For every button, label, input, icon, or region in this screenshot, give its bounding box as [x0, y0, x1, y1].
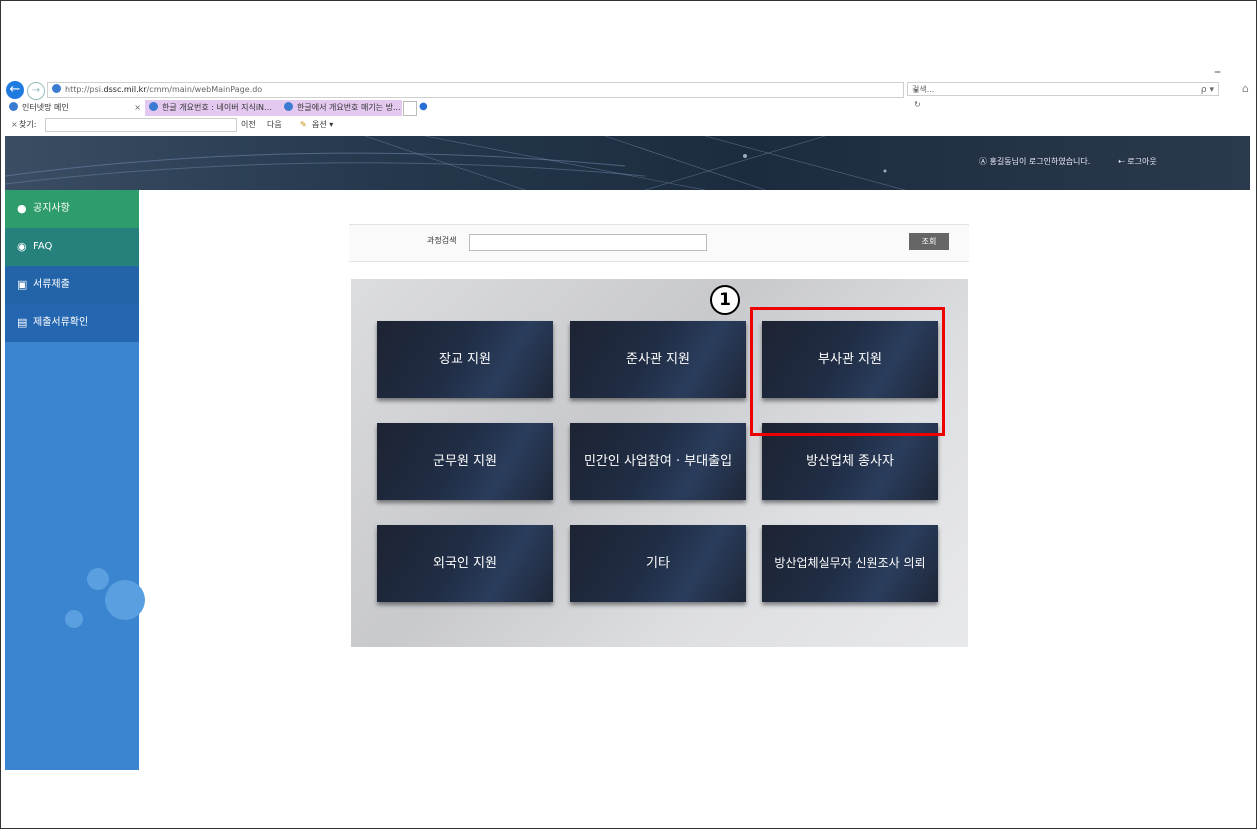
- tab-naver[interactable]: 한글 개요번호 : 네이버 지식iN...: [145, 100, 280, 116]
- decoration-bubble: [87, 568, 109, 590]
- tile-officer[interactable]: 장교 지원: [377, 321, 553, 398]
- tab-intranet-main[interactable]: 인터넷망 메인 ×: [5, 100, 145, 116]
- user-text: 홍길동님이 로그인하였습니다.: [989, 157, 1091, 166]
- user-info: Ⓐ 홍길동님이 로그인하였습니다.: [979, 156, 1090, 167]
- url-host: dssc.mil.kr: [103, 85, 147, 94]
- user-icon: Ⓐ: [979, 157, 990, 166]
- highlight-pen-icon[interactable]: ✎: [300, 116, 307, 133]
- mic-icon: ●: [17, 202, 27, 215]
- url-field[interactable]: http://psi.dssc.mil.kr/cmm/main/webMainP…: [47, 82, 921, 109]
- step-marker: 1: [710, 285, 740, 315]
- close-icon[interactable]: ×: [134, 100, 141, 116]
- upload-icon: ▣: [17, 278, 28, 291]
- find-input[interactable]: [45, 118, 237, 132]
- logout-icon: ⇠: [1118, 157, 1128, 166]
- sidebar-item-label: 서류제출: [33, 279, 70, 290]
- tab-hangul[interactable]: 한글에서 개요번호 매기는 방...: [280, 100, 402, 116]
- find-next-button[interactable]: 다음: [267, 116, 282, 133]
- logout-button[interactable]: ⇠ 로그아웃: [1118, 156, 1157, 167]
- new-tab-button[interactable]: [403, 101, 417, 116]
- tile-defense-check-request[interactable]: 방산업체실무자 신원조사 의뢰: [762, 525, 938, 602]
- tab-label: 한글 개요번호 : 네이버 지식iN...: [162, 103, 272, 112]
- site-header-banner: Ⓐ 홍길동님이 로그인하였습니다. ⇠ 로그아웃: [5, 136, 1250, 190]
- tab-strip: 인터넷망 메인 × 한글 개요번호 : 네이버 지식iN... 한글에서 개요번…: [5, 100, 1250, 116]
- course-search-label: 과정검색: [427, 236, 457, 245]
- tile-civil-servant[interactable]: 군무원 지원: [377, 423, 553, 500]
- ie-icon: [52, 84, 61, 93]
- home-icon[interactable]: ⌂: [1242, 82, 1249, 95]
- course-search-button[interactable]: 조회: [909, 233, 949, 250]
- course-search-input[interactable]: [469, 234, 707, 251]
- find-options-button[interactable]: 옵션 ▾: [312, 116, 333, 133]
- close-icon[interactable]: ×: [11, 116, 18, 133]
- sidebar: ● 공지사항 ◉ FAQ ▣ 서류제출 ▤ 제출서류확인: [5, 190, 145, 770]
- find-bar: × 찾기: 이전 다음 ✎ 옵션 ▾: [5, 116, 1250, 133]
- find-prev-button[interactable]: 이전: [241, 116, 256, 133]
- ie-icon: [9, 102, 18, 111]
- forward-button[interactable]: →: [27, 82, 45, 100]
- address-bar-row: ← → http://psi.dssc.mil.kr/cmm/main/webM…: [5, 80, 1250, 109]
- check-doc-icon: ▤: [17, 316, 28, 329]
- ie-icon: [149, 102, 158, 111]
- url-path: /cmm/main/webMainPage.do: [146, 85, 263, 94]
- sidebar-item-label: 제출서류확인: [33, 317, 89, 328]
- url-prefix: http://psi.: [65, 85, 104, 94]
- ie-icon: [284, 102, 293, 111]
- sidebar-item-notice[interactable]: ● 공지사항: [5, 190, 139, 228]
- tile-civilian-access[interactable]: 민간인 사업참여 · 부대출입: [570, 423, 746, 500]
- sidebar-item-submit-docs[interactable]: ▣ 서류제출: [5, 266, 139, 304]
- sidebar-item-label: 공지사항: [33, 203, 70, 214]
- logout-label: 로그아웃: [1127, 157, 1157, 166]
- minimize-button[interactable]: –: [1214, 64, 1221, 80]
- tile-other[interactable]: 기타: [570, 525, 746, 602]
- tab-label: 인터넷망 메인: [22, 103, 69, 112]
- browser-search-input[interactable]: 검색... ρ ▾: [907, 82, 1219, 96]
- chat-icon: ◉: [17, 240, 27, 253]
- search-placeholder: 검색...: [912, 85, 935, 94]
- ie-tab-icon[interactable]: ●: [419, 101, 428, 112]
- tile-foreigner[interactable]: 외국인 지원: [377, 525, 553, 602]
- sidebar-item-label: FAQ: [33, 241, 53, 252]
- find-label: 찾기:: [19, 120, 37, 129]
- search-icon[interactable]: ρ ▾: [1201, 83, 1214, 97]
- sidebar-item-check-docs[interactable]: ▤ 제출서류확인: [5, 304, 139, 342]
- back-button[interactable]: ←: [6, 81, 24, 99]
- decoration-bubble: [65, 610, 83, 628]
- tab-label: 한글에서 개요번호 매기는 방...: [297, 103, 401, 112]
- course-search-row: 과정검색 조회: [349, 224, 969, 262]
- decoration-bubble: [105, 580, 145, 620]
- tile-warrant-officer[interactable]: 준사관 지원: [570, 321, 746, 398]
- highlight-box: [750, 307, 945, 436]
- sidebar-item-faq[interactable]: ◉ FAQ: [5, 228, 139, 266]
